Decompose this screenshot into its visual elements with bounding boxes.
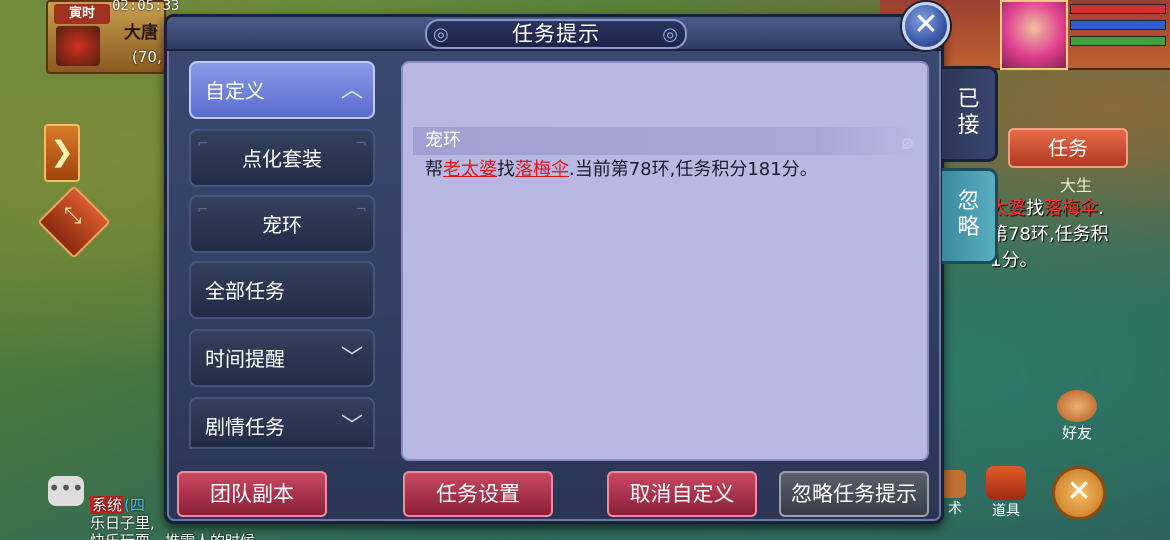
task-settings-button[interactable]: 任务设置 (403, 471, 553, 517)
corner-ornament-icon: ⌐ (197, 202, 209, 218)
menu-item-label: 全部任务 (205, 279, 285, 303)
hud-menu-close-button[interactable]: ✕ (1052, 466, 1106, 520)
hud-task-tracker[interactable]: 太婆找落梅伞. 第78环,任务积 1分。 (990, 196, 1170, 274)
tracker-line-2: 第78环,任务积 (990, 224, 1109, 245)
task-description: 帮老太婆找落梅伞.当前第78环,任务积分181分。 (425, 157, 818, 183)
chat-line-3: 快乐玩耍。推雪人的时候 (90, 530, 255, 540)
task-prefix: 帮 (425, 159, 443, 180)
tab-ignored[interactable]: 忽略 (942, 168, 998, 264)
corner-ornament-icon: ¬ (355, 202, 367, 218)
friend-button[interactable]: 好友 (1052, 390, 1102, 442)
tracker-dot: . (1098, 198, 1104, 219)
hud-map-name: 大唐 (124, 23, 158, 43)
hud-task-button[interactable]: 任务 (1008, 128, 1128, 168)
dialog-close-button[interactable]: ✕ (902, 2, 950, 50)
task-item-link[interactable]: 落梅伞 (515, 159, 569, 180)
tracker-item-link[interactable]: 落梅伞 (1044, 198, 1098, 219)
hud-coords: (70, (132, 48, 162, 66)
dialog-title-bar: 任务提示 (167, 17, 941, 51)
hud-clock: 02:05:33 (112, 0, 180, 14)
task-verb: 找 (497, 159, 515, 180)
menu-item-pet-ring[interactable]: ⌐ 宠环 ¬ (189, 195, 375, 253)
chevron-down-icon: ﹀ (340, 414, 363, 439)
tracker-line-3: 1分。 (990, 250, 1038, 271)
ignore-task-prompt-button[interactable]: 忽略任务提示 (779, 471, 929, 517)
item-button[interactable]: 道具 (984, 466, 1028, 520)
menu-item-label: 点化套装 (242, 147, 322, 171)
player-status-bars (1070, 4, 1166, 52)
task-header: 宠环 ๑ (413, 127, 917, 155)
skill-label: 术 (948, 501, 962, 517)
task-prompt-dialog: 任务提示 自定义 ︿ ⌐ 点化套装 ¬ ⌐ 宠环 ¬ 全部任务 时间提醒 ﹀ 剧… (164, 14, 944, 524)
menu-item-dianhua-set[interactable]: ⌐ 点化套装 ¬ (189, 129, 375, 187)
treasure-chest-icon (986, 466, 1026, 500)
hud-portrait-mini (56, 26, 100, 66)
chevron-up-icon: ︿ (340, 78, 363, 103)
tracker-verb: 找 (1026, 198, 1044, 219)
menu-item-label: 时间提醒 (205, 347, 285, 371)
fullscreen-toggle[interactable]: ⤡ (37, 185, 111, 259)
corner-ornament-icon: ¬ (355, 136, 367, 152)
exp-bar (1070, 36, 1166, 46)
tracker-line-1: 太婆找落梅伞. (990, 196, 1170, 222)
cancel-custom-button[interactable]: 取消自定义 (607, 471, 757, 517)
menu-item-label: 自定义 (205, 79, 265, 103)
close-icon: ✕ (1066, 474, 1092, 509)
hud-tracker-npc: 大生 (1060, 176, 1093, 195)
chevron-down-icon: ﹀ (340, 346, 363, 371)
menu-item-label: 剧情任务 (205, 415, 285, 439)
tab-ignored-label: 忽略 (957, 189, 980, 240)
hp-bar (1070, 4, 1166, 14)
tab-accepted[interactable]: 已接 (942, 66, 998, 162)
menu-item-custom[interactable]: 自定义 ︿ (189, 61, 375, 119)
menu-item-label: 宠环 (262, 213, 302, 237)
corner-ornament-icon: ⌐ (197, 136, 209, 152)
task-header-label: 宠环 (425, 130, 461, 151)
handshake-icon (1057, 390, 1097, 422)
item-label: 道具 (992, 503, 1020, 519)
mp-bar (1070, 20, 1166, 30)
chevron-right-icon: ❯ (50, 135, 74, 168)
hud-shichen: 寅时 (54, 4, 110, 24)
team-dungeon-button[interactable]: 团队副本 (177, 471, 327, 517)
task-suffix: .当前第78环,任务积分181分。 (569, 159, 818, 180)
close-icon: ✕ (913, 7, 939, 42)
menu-item-story-tasks[interactable]: 剧情任务 ﹀ (189, 397, 375, 449)
chat-bubble-icon[interactable]: ••• (48, 476, 84, 506)
expand-arrow-tab[interactable]: ❯ (44, 124, 80, 182)
tab-accepted-label: 已接 (957, 87, 980, 138)
menu-item-time-reminder[interactable]: 时间提醒 ﹀ (189, 329, 375, 387)
skill-button[interactable]: 术 (940, 470, 970, 518)
friend-label: 好友 (1061, 424, 1092, 442)
dialog-title: 任务提示 (425, 19, 687, 49)
player-avatar[interactable] (1000, 0, 1068, 70)
expand-icon: ⤡ (63, 203, 82, 229)
menu-item-all-tasks[interactable]: 全部任务 (189, 261, 375, 319)
task-npc-link[interactable]: 老太婆 (443, 159, 497, 180)
task-content-panel: 宠环 ๑ 帮老太婆找落梅伞.当前第78环,任务积分181分。 (401, 61, 929, 461)
cloud-swirl-icon: ๑ (899, 127, 915, 155)
